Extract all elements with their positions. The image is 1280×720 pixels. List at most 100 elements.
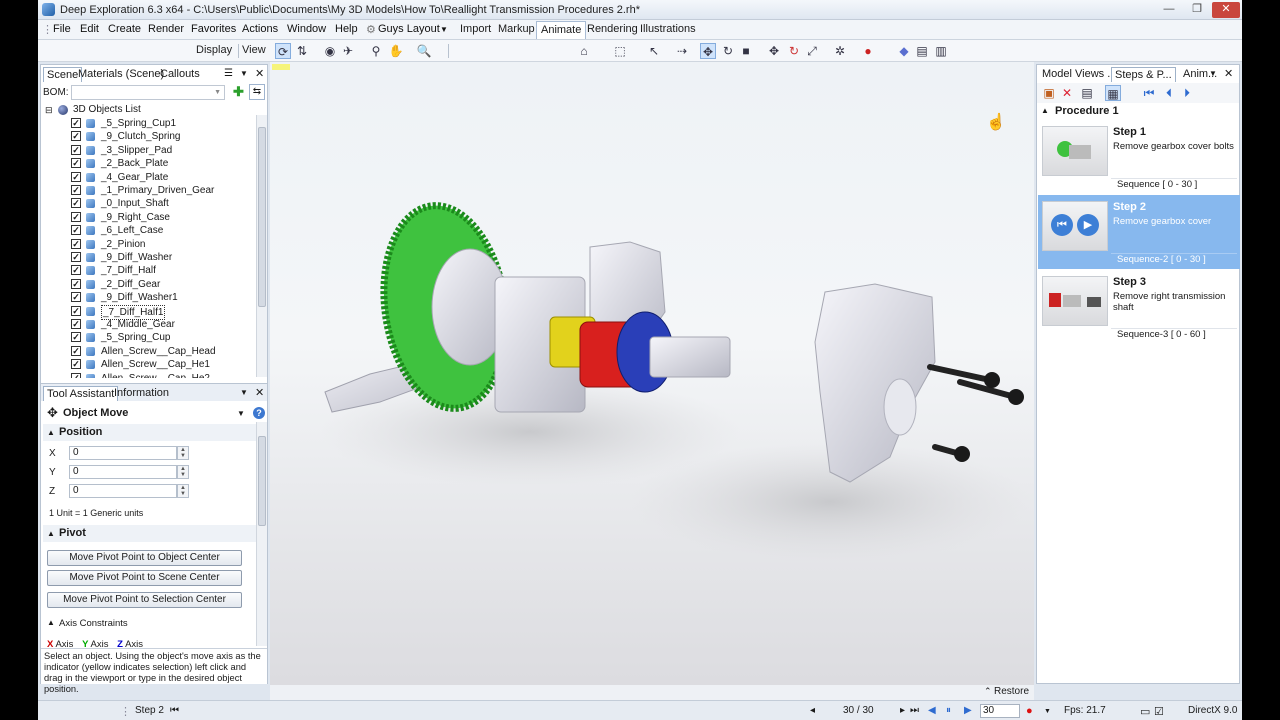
visibility-checkbox[interactable]: ✓ xyxy=(71,305,81,316)
last-frame-icon[interactable]: ⏭ xyxy=(910,705,919,716)
move-icon[interactable]: ✥ xyxy=(700,43,716,59)
pointer-icon[interactable]: ↖ xyxy=(646,43,662,59)
home-icon[interactable]: ⌂ xyxy=(576,43,592,59)
close-panel-icon[interactable]: ✕ xyxy=(255,67,264,80)
bolts[interactable] xyxy=(927,364,1018,457)
tab-information[interactable]: Information xyxy=(111,386,172,400)
tree-item[interactable]: ✓ Allen_Screw__Cap_He1 xyxy=(41,358,255,371)
tab-callouts[interactable]: Callouts xyxy=(157,67,203,81)
select-box-icon[interactable]: ⬚ xyxy=(612,43,628,59)
scroll-thumb[interactable] xyxy=(258,436,266,526)
pivot-selection-center-button[interactable]: Move Pivot Point to Selection Center xyxy=(47,592,242,608)
tree-item[interactable]: ✓ _5_Spring_Cup xyxy=(41,331,255,344)
orbit-icon[interactable]: ⟳ xyxy=(275,43,291,59)
visibility-checkbox[interactable]: ✓ xyxy=(71,292,81,303)
visibility-checkbox[interactable]: ✓ xyxy=(71,345,81,356)
visibility-checkbox[interactable]: ✓ xyxy=(71,319,81,329)
menu-window[interactable]: Window xyxy=(287,23,326,35)
axis-z-label[interactable]: Axis xyxy=(125,639,143,648)
first-step-icon[interactable]: ⏮ xyxy=(1141,85,1157,101)
restore-button[interactable]: Restore xyxy=(994,686,1029,697)
collapse-icon[interactable]: ▲ xyxy=(1041,106,1049,115)
restore-icon[interactable]: ⌃ xyxy=(984,686,992,697)
view-menu[interactable]: View xyxy=(242,44,266,56)
new-step-icon[interactable]: ▣ xyxy=(1041,85,1057,101)
visibility-checkbox[interactable]: ✓ xyxy=(71,131,81,142)
bom-select[interactable]: ▼ xyxy=(71,85,225,100)
next-frame-icon[interactable]: ▸ xyxy=(900,705,905,716)
tree-item[interactable]: ✓ _5_Spring_Cup1 xyxy=(41,117,255,130)
chevron-down-icon[interactable]: ▼ xyxy=(240,69,248,78)
step-item[interactable]: Step 1 Remove gearbox cover bolts Sequen… xyxy=(1038,120,1240,194)
close-panel-icon[interactable]: ✕ xyxy=(1224,67,1233,80)
chevron-down-icon[interactable]: ▼ xyxy=(440,25,448,34)
tree-item[interactable]: ✓ _2_Pinion xyxy=(41,238,255,251)
visibility-checkbox[interactable]: ✓ xyxy=(71,332,81,343)
tree-scrollbar[interactable] xyxy=(256,115,267,377)
step-sequence[interactable]: Sequence-3 [ 0 - 60 ] xyxy=(1111,328,1237,341)
tree-item[interactable]: ✓ _4_Middle_Gear xyxy=(41,318,255,331)
menu-render[interactable]: Render xyxy=(148,23,184,35)
visibility-checkbox[interactable]: ✓ xyxy=(71,225,81,236)
chevron-down-icon[interactable]: ▼ xyxy=(237,409,245,418)
scale-icon[interactable]: ■ xyxy=(738,43,754,59)
tab-import[interactable]: Import xyxy=(456,21,495,39)
zoom-icon[interactable]: ⚲ xyxy=(368,43,384,59)
scroll-thumb[interactable] xyxy=(258,127,266,307)
visibility-checkbox[interactable]: ✓ xyxy=(71,359,81,370)
visibility-checkbox[interactable]: ✓ xyxy=(71,185,81,195)
tab-tool-assistant[interactable]: Tool Assistant xyxy=(43,386,119,401)
position-header[interactable]: ▲ Position xyxy=(43,424,267,441)
layout-dropdown[interactable]: Guys Layout xyxy=(378,23,440,35)
play-icon[interactable]: ▶ xyxy=(964,705,972,716)
assistant-scrollbar[interactable] xyxy=(256,422,267,646)
tab-steps[interactable]: Steps & P... xyxy=(1111,67,1176,82)
checkbox-icon[interactable]: ☑ xyxy=(1154,705,1164,718)
tab-model-views[interactable]: Model Views ... xyxy=(1039,67,1119,81)
frame-input[interactable]: 30 xyxy=(980,704,1020,718)
visibility-checkbox[interactable]: ✓ xyxy=(71,158,81,169)
menu-create[interactable]: Create xyxy=(108,23,141,35)
pivot-scene-center-button[interactable]: Move Pivot Point to Scene Center xyxy=(47,570,242,586)
prev-step-icon[interactable]: ⏴ xyxy=(1161,85,1177,101)
tab-animate[interactable]: Animate xyxy=(536,21,587,39)
material-icon[interactable]: ◆ xyxy=(896,43,912,59)
visibility-checkbox[interactable]: ✓ xyxy=(71,171,81,182)
tree-item[interactable]: ✓ _0_Input_Shaft xyxy=(41,197,255,210)
menu-actions[interactable]: Actions xyxy=(242,23,278,35)
tree-item[interactable]: ✓ _2_Back_Plate xyxy=(41,157,255,170)
publish-icon[interactable]: ▥ xyxy=(933,43,949,59)
pivot-header[interactable]: ▲ Pivot xyxy=(43,525,267,542)
tab-illustrations[interactable]: Illustrations xyxy=(636,21,700,39)
z-field[interactable]: 0 xyxy=(69,484,177,498)
properties-icon[interactable]: ▤ xyxy=(1079,85,1095,101)
view-mode-icon[interactable]: ▦ xyxy=(1105,85,1121,101)
pivot-object-center-button[interactable]: Move Pivot Point to Object Center xyxy=(47,550,242,566)
visibility-checkbox[interactable]: ✓ xyxy=(71,238,81,249)
3d-viewport[interactable]: ☝ xyxy=(270,62,1034,685)
model-render[interactable] xyxy=(270,62,1034,685)
hand-icon[interactable]: ✋ xyxy=(388,43,404,59)
rotate-icon[interactable]: ↻ xyxy=(720,43,736,59)
close-button[interactable]: ✕ xyxy=(1212,2,1240,18)
zoom-window-icon[interactable]: 🔍 xyxy=(416,43,432,59)
x-field[interactable]: 0 xyxy=(69,446,177,460)
axis-y-label[interactable]: Axis xyxy=(91,639,109,648)
step-sequence[interactable]: Sequence [ 0 - 30 ] xyxy=(1111,178,1237,191)
menu-favorites[interactable]: Favorites xyxy=(191,23,236,35)
color-icon[interactable]: ● xyxy=(860,43,876,59)
tab-markup[interactable]: Markup xyxy=(494,21,539,39)
menu-file[interactable]: File xyxy=(53,23,71,35)
step-item[interactable]: ⏮ ▶ Step 2 Remove gearbox cover Sequence… xyxy=(1038,195,1240,269)
close-panel-icon[interactable]: ✕ xyxy=(255,386,264,399)
next-step-icon[interactable]: ⏵ xyxy=(1179,85,1195,101)
add-icon[interactable]: ✚ xyxy=(233,84,244,100)
menu-help[interactable]: Help xyxy=(335,23,358,35)
fly-icon[interactable]: ✈ xyxy=(340,43,356,59)
record-icon[interactable]: ● xyxy=(1026,705,1033,717)
explode-icon[interactable]: ✲ xyxy=(832,43,848,59)
axis-header[interactable]: ▲ Axis Constraints xyxy=(43,618,253,632)
tree-item[interactable]: ✓ _9_Right_Case xyxy=(41,211,255,224)
link-icon[interactable]: ⇢ xyxy=(674,43,690,59)
tab-rendering[interactable]: Rendering xyxy=(583,21,642,39)
